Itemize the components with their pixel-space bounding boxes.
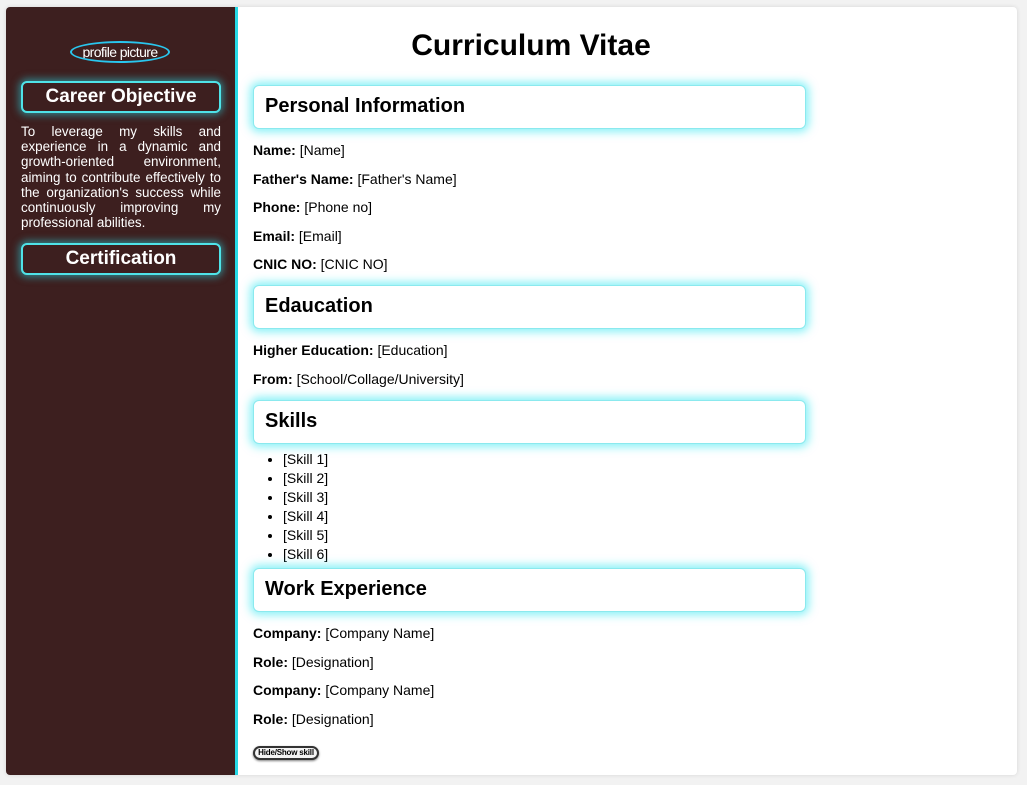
field-label: Father's Name: (253, 171, 354, 187)
field-value: [Name] (299, 142, 345, 158)
field-label: Company: (253, 625, 322, 641)
field-name: Name: [Name] (253, 142, 345, 159)
field-label: Phone: (253, 199, 301, 215)
list-item: [Skill 2] (283, 469, 328, 488)
field-email: Email: [Email] (253, 228, 342, 245)
sidebar: profile picture Career Objective To leve… (6, 7, 238, 775)
field-label: Role: (253, 711, 288, 727)
field-higher-education: Higher Education: [Education] (253, 342, 448, 359)
field-value: [Email] (298, 228, 342, 244)
field-label: Name: (253, 142, 296, 158)
profile-picture: profile picture (70, 41, 170, 63)
skills-list: [Skill 1] [Skill 2] [Skill 3] [Skill 4] … (253, 450, 328, 564)
main-content: Curriculum Vitae Personal Information Na… (238, 7, 1017, 775)
field-value: [School/Collage/University] (296, 371, 464, 387)
field-value: [Education] (377, 342, 448, 358)
field-label: Email: (253, 228, 296, 244)
field-label: Role: (253, 654, 288, 670)
field-fathers-name: Father's Name: [Father's Name] (253, 171, 457, 188)
education-heading: Edaucation (253, 285, 806, 329)
skills-heading: Skills (253, 400, 806, 444)
field-label: Company: (253, 682, 322, 698)
personal-information-heading: Personal Information (253, 85, 806, 129)
hide-show-skill-button[interactable]: Hide/Show skill (253, 746, 319, 760)
field-value: [Company Name] (325, 682, 435, 698)
career-objective-heading: Career Objective (21, 81, 221, 113)
list-item: [Skill 4] (283, 507, 328, 526)
certification-heading: Certification (21, 243, 221, 275)
field-cnic: CNIC NO: [CNIC NO] (253, 256, 388, 273)
field-value: [Designation] (291, 654, 374, 670)
field-value: [Designation] (291, 711, 374, 727)
list-item: [Skill 3] (283, 488, 328, 507)
field-from: From: [School/Collage/University] (253, 371, 464, 388)
work-experience-heading: Work Experience (253, 568, 806, 612)
list-item: [Skill 5] (283, 526, 328, 545)
cv-page: profile picture Career Objective To leve… (6, 7, 1017, 775)
field-label: Higher Education: (253, 342, 374, 358)
field-value: [Company Name] (325, 625, 435, 641)
field-role: Role: [Designation] (253, 654, 374, 671)
page-title: Curriculum Vitae (411, 29, 651, 62)
field-phone: Phone: [Phone no] (253, 199, 372, 216)
career-objective-text: To leverage my skills and experience in … (21, 124, 221, 231)
field-company: Company: [Company Name] (253, 625, 434, 642)
field-label: From: (253, 371, 293, 387)
field-value: [CNIC NO] (320, 256, 388, 272)
list-item: [Skill 1] (283, 450, 328, 469)
list-item: [Skill 6] (283, 545, 328, 564)
field-value: [Father's Name] (357, 171, 457, 187)
field-label: CNIC NO: (253, 256, 317, 272)
field-value: [Phone no] (304, 199, 373, 215)
field-role: Role: [Designation] (253, 711, 374, 728)
field-company: Company: [Company Name] (253, 682, 434, 699)
